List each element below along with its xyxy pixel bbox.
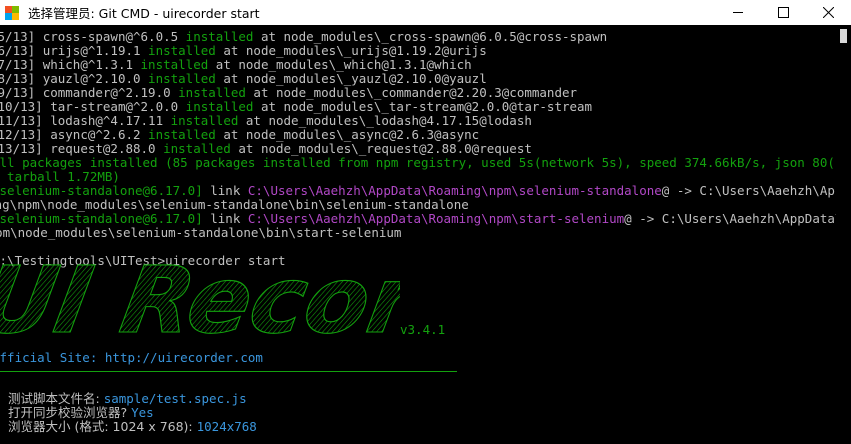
maximize-button[interactable] <box>761 0 806 25</box>
vertical-scrollbar[interactable] <box>836 25 851 444</box>
title-bar[interactable]: 选择管理员: Git CMD - uirecorder start <box>0 0 851 25</box>
question-browser-size: 浏览器大小 (格式: 1024 x 768): 1024x768 <box>8 419 257 434</box>
link-line-cont: \npm\node_modules\selenium-standalone\bi… <box>0 225 402 240</box>
git-cmd-app-icon[interactable] <box>3 4 21 22</box>
log-line: [12/13] async@^2.6.2 installed at node_m… <box>0 127 480 142</box>
uirecorder-logo: UI Recorder <box>0 254 400 344</box>
terminal-output[interactable]: [5/13] cross-spawn@^6.0.5 installed at n… <box>0 25 836 444</box>
link-line-cont: Roaming\npm\node_modules\selenium-standa… <box>0 197 469 212</box>
minimize-icon <box>733 12 743 13</box>
version-label: v3.4.1 <box>400 322 446 337</box>
window-title: 选择管理员: Git CMD - uirecorder start <box>28 6 260 21</box>
install-summary: All packages installed (85 packages inst… <box>0 155 836 170</box>
question-sync-browser: 打开同步校验浏览器? Yes <box>8 405 154 420</box>
scrollbar-thumb[interactable] <box>840 29 847 43</box>
minimize-button[interactable] <box>716 0 761 25</box>
logo-text: UI Recorder <box>0 254 400 344</box>
link-line: [selenium-standalone@6.17.0] link C:\Use… <box>0 211 836 226</box>
log-line: [11/13] lodash@^4.17.11 installed at nod… <box>0 113 532 128</box>
official-site: Official Site: http://uirecorder.com <box>0 350 263 365</box>
log-line: [7/13] which@^1.3.1 installed at node_mo… <box>0 57 472 72</box>
log-line: [9/13] commander@^2.19.0 installed at no… <box>0 85 578 100</box>
log-line: [6/13] urijs@^1.19.1 installed at node_m… <box>0 43 487 58</box>
question-script-file: 测试脚本文件名: sample/test.spec.js <box>8 391 247 406</box>
window-controls <box>716 0 851 25</box>
maximize-icon <box>778 7 789 18</box>
install-summary-cont: , tarball 1.72MB) <box>0 169 120 184</box>
divider <box>0 371 457 372</box>
close-icon <box>823 7 834 18</box>
log-line: [5/13] cross-spawn@^6.0.5 installed at n… <box>0 29 608 44</box>
link-line: [selenium-standalone@6.17.0] link C:\Use… <box>0 183 836 198</box>
log-line: [13/13] request@2.88.0 installed at node… <box>0 141 532 156</box>
log-line: [10/13] tar-stream@^2.0.0 installed at n… <box>0 99 593 114</box>
log-line: [8/13] yauzl@^2.10.0 installed at node_m… <box>0 71 487 86</box>
git-cmd-window: 选择管理员: Git CMD - uirecorder start [5/13]… <box>0 0 851 444</box>
close-button[interactable] <box>806 0 851 25</box>
